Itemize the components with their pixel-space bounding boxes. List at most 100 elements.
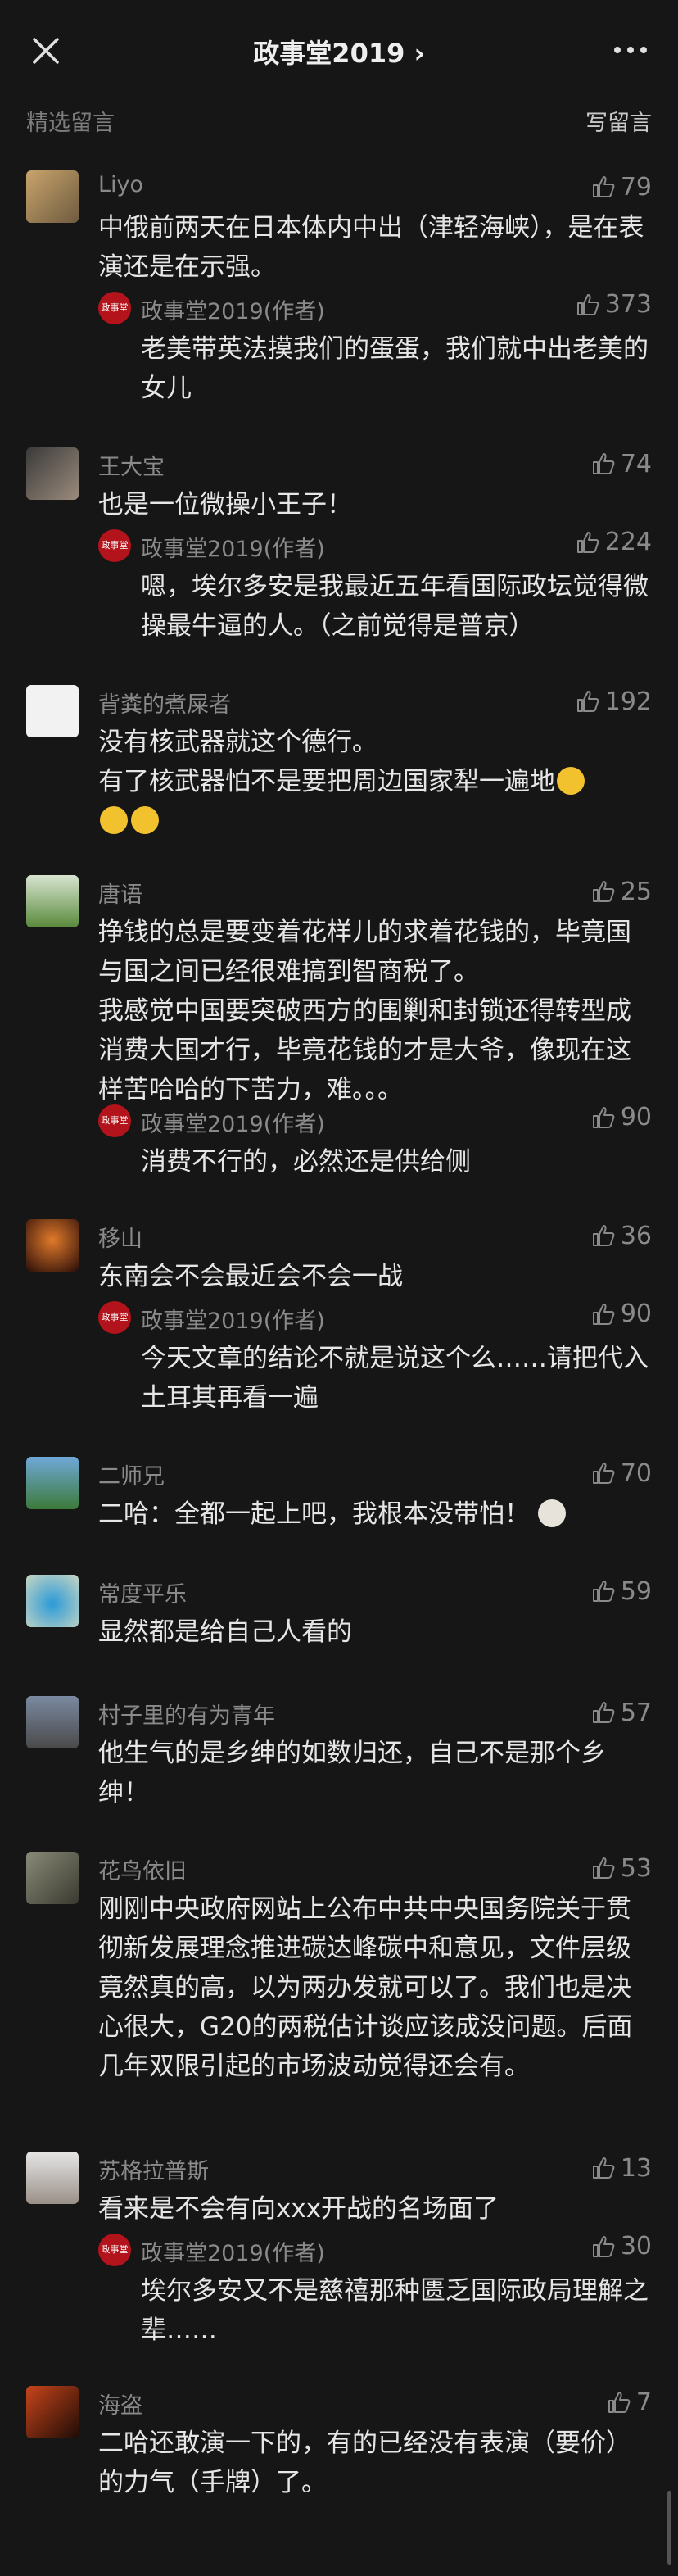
avatar[interactable]: [26, 2152, 79, 2204]
like-count: 53: [620, 1853, 652, 1883]
page-title[interactable]: 政事堂2019 ›: [0, 33, 678, 70]
comment-author[interactable]: 苏格拉普斯: [98, 2153, 209, 2185]
scrollbar[interactable]: [667, 2491, 671, 2565]
comment-author[interactable]: Liyo: [98, 172, 143, 197]
like-button[interactable]: 74: [591, 447, 652, 480]
reply-text: 埃尔多安又不是慈禧那种匮乏国际政局理解之辈……: [141, 2276, 649, 2345]
comment-text: 显然都是给自己人看的: [98, 1617, 352, 1647]
laugh-cry-emoji-icon: [131, 806, 159, 834]
laugh-cry-emoji-icon: [100, 806, 128, 834]
like-count: 59: [620, 1576, 652, 1606]
like-count: 25: [620, 877, 652, 906]
thumbs-up-icon: [592, 2157, 615, 2179]
reply-like-count: 90: [620, 1103, 652, 1132]
thumbs-up-icon: [592, 1857, 615, 1879]
thumbs-up-icon: [608, 2392, 631, 2413]
like-count: 13: [620, 2153, 652, 2183]
reply-like-count: 373: [604, 290, 652, 319]
thumbs-up-icon: [576, 293, 599, 315]
avatar[interactable]: [26, 1852, 79, 1904]
like-button[interactable]: 25: [591, 875, 652, 908]
like-count: 57: [620, 1698, 652, 1727]
avatar[interactable]: [26, 685, 79, 737]
thumbs-up-icon: [592, 1581, 615, 1602]
reply-like-count: 30: [620, 2232, 652, 2261]
like-button[interactable]: 192: [576, 685, 652, 718]
reply-like-button[interactable]: 90: [591, 1299, 652, 1328]
avatar[interactable]: [26, 875, 79, 927]
like-count: 70: [620, 1458, 652, 1488]
dog-emoji-icon: [537, 1499, 566, 1527]
comment-text: 也是一位微操小王子！: [98, 490, 352, 519]
comment-author[interactable]: 唐语: [98, 877, 142, 909]
reply-like-button[interactable]: 90: [591, 1103, 652, 1132]
thumbs-up-icon: [592, 1225, 615, 1246]
avatar[interactable]: [26, 170, 79, 223]
like-count: 192: [604, 687, 652, 716]
reply-author: 政事堂2019(作者): [141, 299, 325, 324]
reply-author: 政事堂2019(作者): [141, 537, 325, 562]
comment-author[interactable]: 移山: [98, 1221, 142, 1253]
reply-like-button[interactable]: 224: [576, 528, 652, 556]
reply-author: 政事堂2019(作者): [141, 2241, 325, 2266]
reply-like-count: 90: [620, 1299, 652, 1328]
comment-text: 没有核武器就这个德行。 有了核武器怕不是要把周边国家犁一遍地: [98, 723, 652, 841]
reply-text: 今天文章的结论不就是说这个么……请把代入土耳其再看一遍: [141, 1344, 649, 1413]
comment-author[interactable]: 王大宝: [98, 449, 165, 481]
thumbs-up-icon: [576, 531, 599, 553]
avatar[interactable]: [26, 1575, 79, 1627]
comment-text: 挣钱的总是要变着花样儿的求着花钱的，毕竟国与国之间已经很难搞到智商税了。 我感觉…: [98, 918, 631, 1104]
comment-author[interactable]: 常度平乐: [98, 1576, 187, 1608]
comment-author[interactable]: 二师兄: [98, 1458, 165, 1490]
comment-text: 看来是不会有向xxx开战的名场面了: [98, 2194, 499, 2224]
like-count: 36: [620, 1221, 652, 1250]
avatar[interactable]: [26, 447, 79, 500]
thumbs-up-icon: [592, 1106, 615, 1128]
reply-author: 政事堂2019(作者): [141, 1112, 325, 1137]
reply-text: 嗯，埃尔多安是我最近五年看国际政坛觉得微操最牛逼的人。（之前觉得是普京）: [141, 572, 649, 641]
like-button[interactable]: 79: [591, 170, 652, 203]
avatar[interactable]: [26, 1219, 79, 1272]
like-button[interactable]: 53: [591, 1852, 652, 1884]
author-logo: 政事堂: [98, 529, 131, 562]
reply-like-count: 224: [604, 528, 652, 556]
more-options-icon[interactable]: [612, 38, 649, 62]
like-count: 79: [620, 172, 652, 202]
avatar[interactable]: [26, 2386, 79, 2438]
comment-author[interactable]: 背粪的煮屎者: [98, 687, 231, 719]
thumbs-up-icon: [592, 176, 615, 197]
like-button[interactable]: 59: [591, 1575, 652, 1608]
comment-author[interactable]: 村子里的有为青年: [98, 1698, 275, 1730]
author-logo: 政事堂: [98, 1104, 131, 1137]
like-button[interactable]: 13: [591, 2152, 652, 2184]
write-comment-button[interactable]: 写留言: [585, 105, 652, 137]
reply-like-button[interactable]: 30: [591, 2232, 652, 2261]
author-logo: 政事堂: [98, 2234, 131, 2266]
comment-text: 中俄前两天在日本体内中出（津轻海峡），是在表演还是在示强。: [98, 213, 644, 282]
thumbs-up-icon: [592, 1303, 615, 1325]
thumbs-up-icon: [592, 881, 615, 902]
thumbs-up-icon: [576, 691, 599, 712]
top-bar: 政事堂2019 ›: [0, 0, 678, 103]
author-logo: 政事堂: [98, 1301, 131, 1334]
like-button[interactable]: 70: [591, 1457, 652, 1490]
like-button[interactable]: 57: [591, 1696, 652, 1729]
reply-text: 老美带英法摸我们的蛋蛋，我们就中出老美的女儿: [141, 334, 649, 403]
section-label: 精选留言: [26, 111, 115, 136]
like-button[interactable]: 7: [607, 2386, 652, 2419]
like-count: 74: [620, 449, 652, 478]
reply-author: 政事堂2019(作者): [141, 1308, 325, 1334]
avatar[interactable]: [26, 1457, 79, 1509]
like-button[interactable]: 36: [591, 1219, 652, 1252]
avatar[interactable]: [26, 1696, 79, 1748]
thumbs-up-icon: [592, 1702, 615, 1723]
author-logo: 政事堂: [98, 292, 131, 324]
reply-like-button[interactable]: 373: [576, 290, 652, 319]
laugh-cry-emoji-icon: [557, 767, 585, 795]
comment-text: 他生气的是乡绅的如数归还，自己不是那个乡绅！: [98, 1739, 606, 1807]
comment-author[interactable]: 花鸟依旧: [98, 1853, 187, 1885]
comment-text: 二哈还敢演一下的，有的已经没有表演（要价）的力气（手牌）了。: [98, 2429, 631, 2497]
comment-text: 刚刚中央政府网站上公布中共中央国务院关于贯彻新发展理念推进碳达峰碳中和意见，文件…: [98, 1894, 633, 2081]
comment-author[interactable]: 海盗: [98, 2388, 142, 2420]
reply-text: 消费不行的，必然还是供给侧: [141, 1147, 471, 1177]
